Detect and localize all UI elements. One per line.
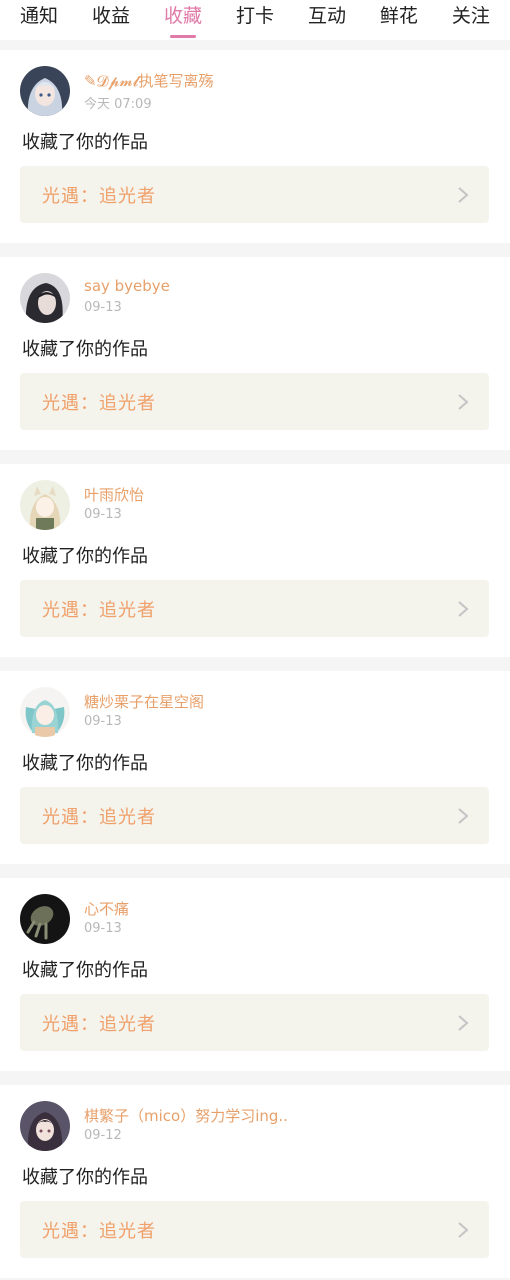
notification-item: 心不痛 09-13 收藏了你的作品 光遇：追光者 xyxy=(0,878,510,1071)
chevron-right-icon xyxy=(458,808,469,824)
username[interactable]: 叶雨欣怡 xyxy=(84,484,144,505)
action-text: 收藏了你的作品 xyxy=(22,753,148,774)
tab-flowers[interactable]: 鲜花 xyxy=(380,0,418,40)
avatar[interactable] xyxy=(20,66,70,116)
work-title: 光遇：追光者 xyxy=(42,186,156,207)
work-title: 光遇：追光者 xyxy=(42,1221,156,1242)
avatar[interactable] xyxy=(20,894,70,944)
action-text: 收藏了你的作品 xyxy=(22,1167,148,1188)
tab-interactions[interactable]: 互动 xyxy=(308,0,346,40)
work-link[interactable]: 光遇：追光者 xyxy=(20,1201,489,1258)
action-text: 收藏了你的作品 xyxy=(22,546,148,567)
action-text: 收藏了你的作品 xyxy=(22,960,148,981)
work-title: 光遇：追光者 xyxy=(42,393,156,414)
notification-item: say byebye 09-13 收藏了你的作品 光遇：追光者 xyxy=(0,257,510,450)
timestamp: 今天 07:09 xyxy=(84,97,152,112)
action-text: 收藏了你的作品 xyxy=(22,132,148,153)
work-link[interactable]: 光遇：追光者 xyxy=(20,787,489,844)
avatar[interactable] xyxy=(20,687,70,737)
chevron-right-icon xyxy=(458,187,469,203)
tab-following[interactable]: 关注 xyxy=(452,0,490,40)
dark-hand-avatar-icon xyxy=(20,894,70,944)
active-tab-indicator xyxy=(169,35,196,38)
username[interactable]: ✎𝓓𝓹𝓶𝓵执笔写离殇 xyxy=(84,70,214,91)
work-link[interactable]: 光遇：追光者 xyxy=(20,166,489,223)
timestamp: 09-13 xyxy=(84,714,122,729)
notification-item: 叶雨欣怡 09-13 收藏了你的作品 光遇：追光者 xyxy=(0,464,510,657)
chevron-right-icon xyxy=(458,1015,469,1031)
timestamp: 09-13 xyxy=(84,507,122,522)
work-title: 光遇：追光者 xyxy=(42,807,156,828)
work-title: 光遇：追光者 xyxy=(42,1014,156,1035)
tab-notifications[interactable]: 通知 xyxy=(20,0,58,40)
username[interactable]: 糖炒栗子在星空阁 xyxy=(84,691,204,712)
tab-favorites[interactable]: 收藏 xyxy=(164,0,202,40)
work-link[interactable]: 光遇：追光者 xyxy=(20,373,489,430)
tab-bar: 通知 收益 收藏 打卡 互动 鲜花 关注 xyxy=(0,0,510,40)
avatar[interactable] xyxy=(20,1101,70,1151)
avatar[interactable] xyxy=(20,273,70,323)
anime-teal-twintail-avatar-icon xyxy=(20,687,70,737)
notification-item: 糖炒栗子在星空阁 09-13 收藏了你的作品 光遇：追光者 xyxy=(0,671,510,864)
work-link[interactable]: 光遇：追光者 xyxy=(20,994,489,1051)
notification-item: 棋繁子（mico）努力学习ing.. 09-12 收藏了你的作品 光遇：追光者 xyxy=(0,1085,510,1278)
notification-list: ✎𝓓𝓹𝓶𝓵执笔写离殇 今天 07:09 收藏了你的作品 光遇：追光者 say b… xyxy=(0,50,510,1280)
username[interactable]: say byebye xyxy=(84,277,170,295)
anime-cat-ear-girl-avatar-icon xyxy=(20,480,70,530)
tab-earnings[interactable]: 收益 xyxy=(92,0,130,40)
avatar[interactable] xyxy=(20,480,70,530)
notification-item: ✎𝓓𝓹𝓶𝓵执笔写离殇 今天 07:09 收藏了你的作品 光遇：追光者 xyxy=(0,50,510,243)
chevron-right-icon xyxy=(458,1222,469,1238)
chevron-right-icon xyxy=(458,394,469,410)
timestamp: 09-13 xyxy=(84,921,122,936)
username[interactable]: 棋繁子（mico）努力学习ing.. xyxy=(84,1105,288,1126)
work-title: 光遇：追光者 xyxy=(42,600,156,621)
tab-checkin[interactable]: 打卡 xyxy=(236,0,274,40)
username[interactable]: 心不痛 xyxy=(84,898,129,919)
timestamp: 09-12 xyxy=(84,1128,122,1143)
work-link[interactable]: 光遇：追光者 xyxy=(20,580,489,637)
anime-dark-hair-girl-avatar-icon xyxy=(20,1101,70,1151)
action-text: 收藏了你的作品 xyxy=(22,339,148,360)
anime-girl-silver-hair-avatar-icon xyxy=(20,66,70,116)
timestamp: 09-13 xyxy=(84,300,122,315)
chevron-right-icon xyxy=(458,601,469,617)
dark-hair-portrait-avatar-icon xyxy=(20,273,70,323)
